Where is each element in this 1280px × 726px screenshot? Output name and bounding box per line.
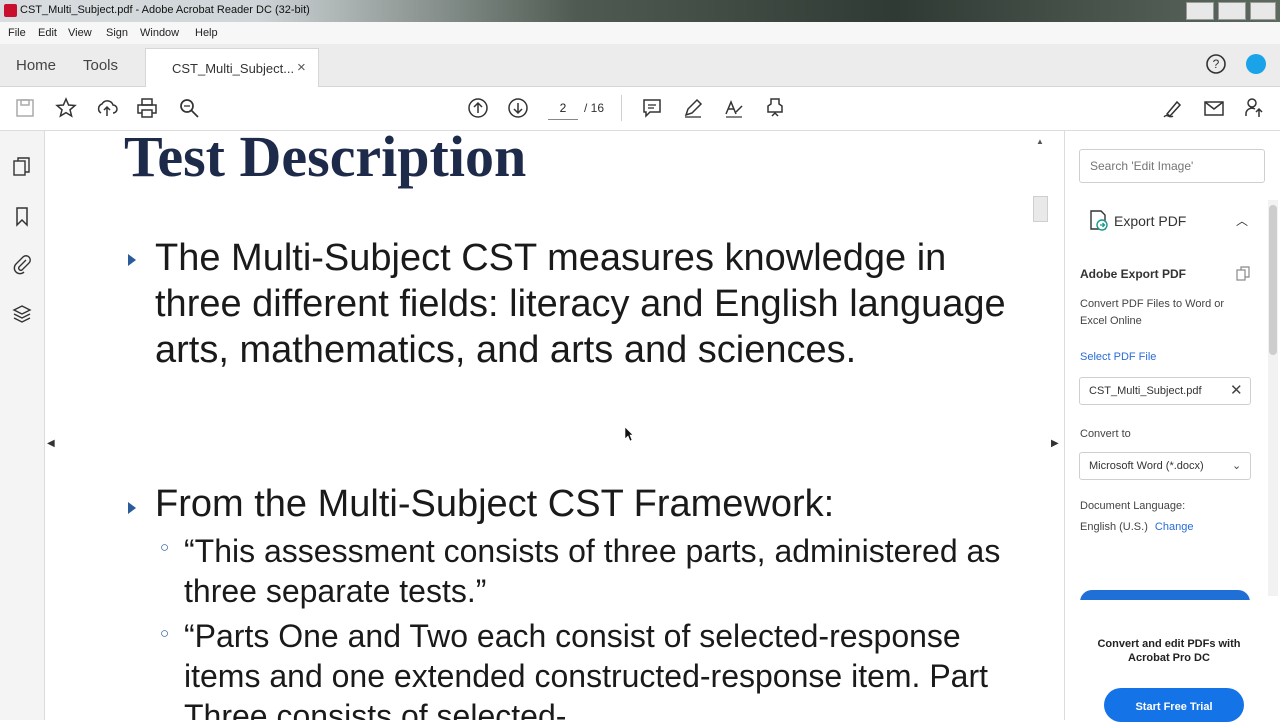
language-value: English (U.S.): [1080, 521, 1148, 533]
remove-file-icon[interactable]: ✕: [1230, 378, 1243, 404]
title-bar: CST_Multi_Subject.pdf - Adobe Acrobat Re…: [0, 0, 1280, 22]
bullet-text: The Multi-Subject CST measures knowledge…: [155, 237, 1006, 371]
document-language-label: Document Language:: [1080, 500, 1186, 512]
email-icon[interactable]: [1202, 96, 1226, 120]
left-navigation-rail: [0, 131, 45, 720]
copy-link-icon[interactable]: [1236, 266, 1250, 282]
toolbar: 2 / 16: [0, 87, 1280, 131]
slide-heading: Test Description: [124, 131, 527, 189]
tab-tools[interactable]: Tools: [83, 57, 118, 74]
layers-icon[interactable]: [11, 303, 33, 325]
tool-search-input[interactable]: [1079, 149, 1265, 183]
window-title: CST_Multi_Subject.pdf - Adobe Acrobat Re…: [20, 4, 310, 16]
previous-page-icon[interactable]: [466, 96, 490, 120]
export-pdf-title: Export PDF: [1114, 213, 1187, 229]
mouse-cursor-icon: [624, 426, 634, 442]
menu-bar: File Edit View Sign Window Help: [0, 22, 1280, 44]
scroll-up-icon[interactable]: ▲: [1036, 137, 1044, 146]
export-description: Convert PDF Files to Word or Excel Onlin…: [1080, 298, 1225, 327]
sub-bullet-circle-icon: ○: [160, 625, 170, 642]
convert-to-label: Convert to: [1080, 428, 1131, 440]
bullet-arrow-icon: [126, 501, 138, 515]
promo-text: Convert and edit PDFs with Acrobat Pro D…: [1097, 638, 1241, 664]
menu-view[interactable]: View: [68, 27, 92, 39]
highlight-pen-icon[interactable]: [681, 96, 705, 120]
acrobat-app-icon: [4, 4, 17, 17]
search-icon[interactable]: [177, 96, 201, 120]
share-user-icon[interactable]: [1242, 96, 1266, 120]
menu-help[interactable]: Help: [195, 27, 218, 39]
collapse-left-panel-icon[interactable]: ◀: [47, 438, 55, 449]
document-tab-label: CST_Multi_Subject...: [172, 61, 295, 76]
start-free-trial-button[interactable]: Start Free Trial: [1104, 688, 1244, 722]
adobe-export-pdf-title: Adobe Export PDF: [1080, 267, 1187, 281]
toolbar-divider: [621, 95, 622, 121]
upload-cloud-icon[interactable]: [95, 96, 119, 120]
menu-window[interactable]: Window: [140, 27, 179, 39]
selected-file-field[interactable]: CST_Multi_Subject.pdf ✕: [1079, 377, 1251, 405]
page-thumbnails-icon[interactable]: [11, 156, 33, 178]
attachments-icon[interactable]: [11, 253, 33, 275]
bullet-text: From the Multi-Subject CST Framework:: [155, 483, 835, 525]
page-number-input[interactable]: 2: [548, 97, 578, 120]
svg-text:?: ?: [1213, 57, 1220, 71]
sub-bullet-text: “Parts One and Two each consist of selec…: [184, 618, 988, 720]
expand-right-panel-icon[interactable]: ▶: [1051, 438, 1059, 449]
document-scroll-thumb[interactable]: [1033, 196, 1048, 222]
tab-document[interactable]: CST_Multi_Subject... ×: [145, 48, 319, 87]
comment-icon[interactable]: [640, 96, 664, 120]
tab-home[interactable]: Home: [16, 57, 56, 74]
document-language-value: English (U.S.) Change: [1080, 521, 1193, 533]
chevron-down-icon: ⌄: [1232, 460, 1242, 472]
next-page-icon[interactable]: [506, 96, 530, 120]
account-avatar-icon[interactable]: [1245, 53, 1267, 75]
sub-bullet-text: “This assessment consists of three parts…: [184, 533, 1001, 609]
print-icon[interactable]: [135, 96, 159, 120]
stamp-icon[interactable]: [763, 96, 787, 120]
maximize-button[interactable]: [1218, 2, 1246, 20]
convert-to-value: Microsoft Word (*.docx): [1089, 460, 1204, 472]
bullet-arrow-icon: [126, 253, 138, 267]
bookmarks-icon[interactable]: [11, 205, 33, 227]
minimize-button[interactable]: [1186, 2, 1214, 20]
bookmark-star-icon[interactable]: [54, 96, 78, 120]
selected-file-name: CST_Multi_Subject.pdf: [1089, 385, 1202, 397]
save-icon[interactable]: [13, 96, 37, 120]
export-pdf-header[interactable]: Export PDF ︿: [1078, 200, 1266, 242]
select-pdf-file-label[interactable]: Select PDF File: [1080, 351, 1156, 363]
sign-icon[interactable]: [1161, 96, 1185, 120]
menu-sign[interactable]: Sign: [106, 27, 128, 39]
fill-sign-icon[interactable]: [722, 96, 746, 120]
close-tab-icon[interactable]: ×: [297, 59, 306, 76]
convert-to-select[interactable]: Microsoft Word (*.docx) ⌄: [1079, 452, 1251, 480]
menu-file[interactable]: File: [8, 27, 26, 39]
window-close-button[interactable]: [1250, 2, 1276, 20]
menu-edit[interactable]: Edit: [38, 27, 57, 39]
tab-bar: Home Tools CST_Multi_Subject... × ?: [0, 44, 1280, 87]
sub-bullet-circle-icon: ○: [160, 539, 170, 556]
export-pdf-icon: [1088, 209, 1110, 233]
chevron-up-icon[interactable]: ︿: [1236, 212, 1248, 229]
change-language-link[interactable]: Change: [1155, 521, 1194, 533]
panel-scroll-thumb[interactable]: [1269, 205, 1277, 355]
help-icon[interactable]: ?: [1205, 53, 1227, 75]
document-page: Test Description The Multi-Subject CST m…: [60, 131, 1032, 720]
page-total: / 16: [584, 101, 605, 115]
